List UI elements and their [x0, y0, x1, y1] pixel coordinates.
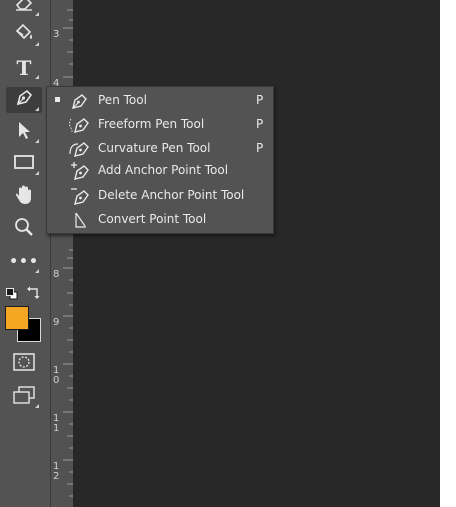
type-tool-button[interactable]: T: [6, 55, 42, 81]
path-selection-icon: [15, 120, 33, 145]
ruler-label: 8: [53, 269, 60, 280]
default-colors-button[interactable]: [6, 285, 18, 300]
pen-icon: [67, 90, 93, 111]
more-icon: •••: [9, 254, 39, 270]
quick-mask-icon: [13, 352, 35, 376]
type-icon: T: [16, 56, 32, 80]
foreground-color-swatch[interactable]: [5, 306, 29, 330]
vertical-ruler: 3 4 8 9 1 0 1 1 1 2: [50, 0, 74, 507]
ruler-label: 1 0: [53, 365, 60, 386]
menu-item-freeform-pen-tool[interactable]: Freeform Pen Tool P: [47, 113, 273, 136]
ruler-label: 9: [53, 317, 60, 328]
hand-icon: [14, 184, 34, 211]
curvature-pen-icon: [67, 138, 93, 159]
eraser-icon: [14, 0, 34, 16]
shortcut-key: P: [256, 117, 264, 131]
ruler-label: 3: [53, 29, 60, 40]
paint-bucket-tool-button[interactable]: [6, 22, 42, 48]
zoom-tool-button[interactable]: [6, 216, 42, 242]
shortcut-key: P: [256, 93, 264, 107]
menu-item-pen-tool[interactable]: Pen Tool P: [47, 89, 273, 112]
path-selection-tool-button[interactable]: [6, 119, 42, 145]
tools-panel: T •••: [0, 0, 50, 507]
pen-icon: [14, 88, 34, 113]
swap-colors-button[interactable]: [27, 284, 41, 299]
delete-anchor-point-icon: [67, 185, 93, 206]
menu-item-delete-anchor-point-tool[interactable]: Delete Anchor Point Tool: [47, 184, 273, 207]
ruler-label: 1 2: [53, 461, 60, 482]
menu-item-label: Delete Anchor Point Tool: [98, 188, 245, 202]
default-colors-icon: [6, 285, 18, 304]
screen-mode-button[interactable]: [6, 384, 42, 410]
convert-point-icon: [67, 209, 93, 230]
document-canvas[interactable]: [73, 0, 440, 507]
screen-mode-icon: [13, 385, 35, 409]
quick-mask-button[interactable]: [6, 351, 42, 377]
rectangle-icon: [13, 154, 35, 175]
freeform-pen-icon: [67, 114, 93, 135]
menu-item-label: Convert Point Tool: [98, 212, 207, 226]
menu-item-convert-point-tool[interactable]: Convert Point Tool: [47, 208, 273, 231]
paint-bucket-icon: [13, 23, 35, 48]
swap-arrows-icon: [27, 284, 41, 303]
ruler-label: 1 1: [53, 413, 60, 434]
selected-indicator: [55, 97, 60, 102]
rectangle-tool-button[interactable]: [6, 151, 42, 177]
menu-item-curvature-pen-tool[interactable]: Curvature Pen Tool P: [47, 137, 273, 160]
hand-tool-button[interactable]: [6, 184, 42, 210]
pen-tool-button[interactable]: [6, 87, 42, 113]
add-anchor-point-icon: [67, 160, 93, 181]
eraser-tool-button[interactable]: [6, 0, 42, 18]
more-tools-button[interactable]: •••: [6, 249, 42, 275]
menu-item-label: Freeform Pen Tool: [98, 117, 205, 131]
zoom-icon: [14, 217, 34, 242]
menu-item-label: Pen Tool: [98, 93, 147, 107]
shortcut-key: P: [256, 141, 264, 155]
menu-item-label: Curvature Pen Tool: [98, 141, 211, 155]
pen-tool-flyout-menu: Pen Tool P Freeform Pen Tool P Curvature…: [46, 86, 274, 234]
menu-item-add-anchor-point-tool[interactable]: Add Anchor Point Tool: [47, 159, 273, 182]
menu-item-label: Add Anchor Point Tool: [98, 163, 229, 177]
